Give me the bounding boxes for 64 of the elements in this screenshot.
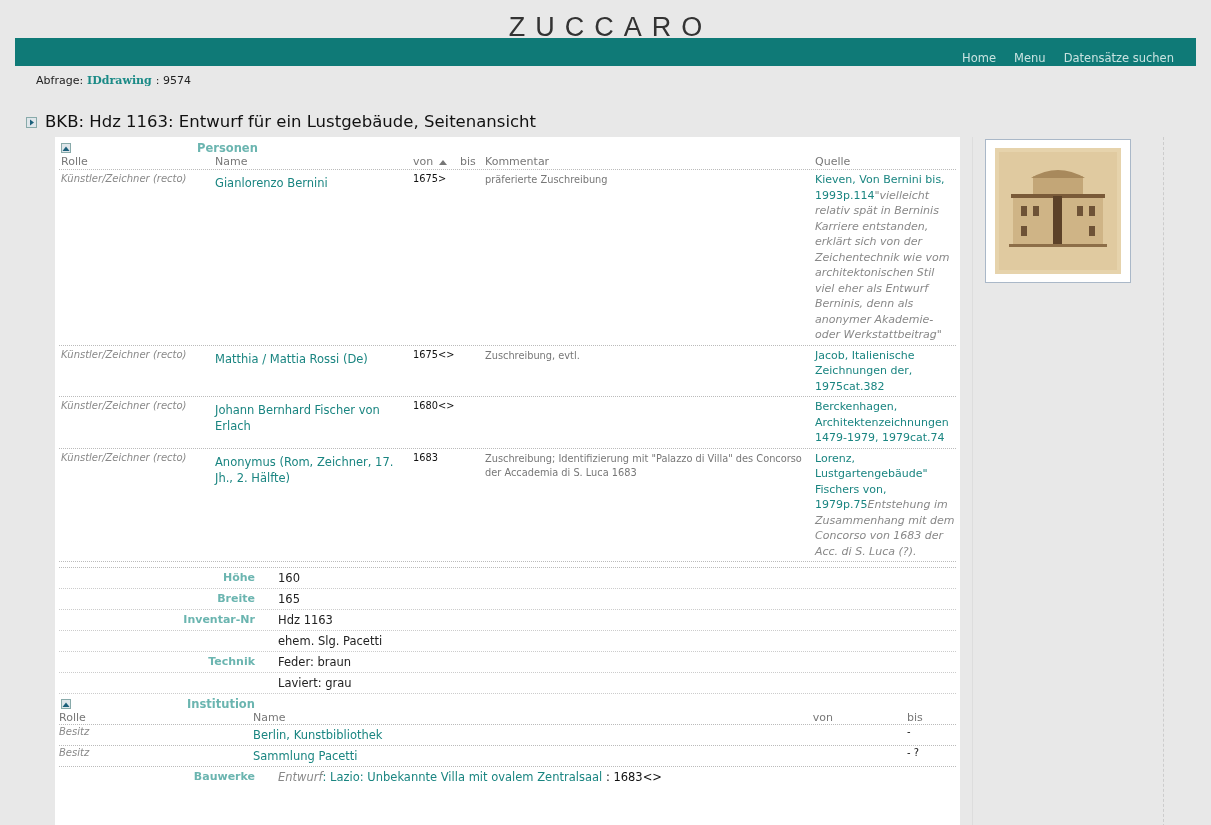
property-value: 165 bbox=[278, 591, 301, 608]
section-title: Personen bbox=[197, 141, 258, 155]
property-value: Laviert: grau bbox=[278, 675, 353, 692]
property-value: Hdz 1163 bbox=[278, 612, 334, 629]
role-cell-text: Künstler/Zeichner (recto) bbox=[60, 399, 188, 413]
property-label: Inventar-Nr bbox=[183, 613, 255, 626]
role-cell-text: Besitz bbox=[59, 746, 91, 760]
property-value: 160 bbox=[278, 570, 301, 587]
nav-link[interactable]: Datensätze suchen bbox=[1063, 51, 1174, 65]
collapse-icon[interactable] bbox=[61, 143, 71, 153]
building-link[interactable]: Lazio: Unbekannte Villa mit ovalem Zentralsaal bbox=[330, 770, 603, 784]
date-cell-text: 1675> bbox=[412, 172, 448, 186]
column-header: Name bbox=[214, 155, 249, 168]
column-header: bis bbox=[459, 155, 477, 168]
source-citation[interactable]: Lorenz, Lustgartengebäude" Fischers von, 1979p.75Entstehung im Zusammenhang mit dem Concorso von 1683 der Acc. di S. Luca (?). bbox=[813, 450, 955, 559]
date-cell-text: 1675<> bbox=[412, 347, 456, 362]
date-cell-text: 1680<> bbox=[412, 399, 456, 413]
query-field: IDdrawing bbox=[87, 74, 152, 87]
logo: ZUCCARO bbox=[507, 12, 713, 42]
comment-cell: Zuschreibung, evtl. bbox=[485, 349, 580, 361]
property-label: Höhe bbox=[222, 571, 255, 584]
institution-link[interactable]: Sammlung Pacetti bbox=[253, 746, 735, 766]
date-cell-text: 1683 bbox=[412, 450, 439, 465]
expand-icon[interactable] bbox=[26, 116, 37, 128]
comment-cell: präferierte Zuschreibung bbox=[485, 174, 608, 185]
role-cell-text: Künstler/Zeichner (recto) bbox=[60, 347, 188, 362]
source-citation[interactable]: Jacob, Italienische Zeichnungen der, 1975cat.382 bbox=[813, 347, 955, 394]
person-link[interactable]: Johann Bernhard Fischer von Erlach bbox=[213, 399, 411, 446]
person-link[interactable]: Gianlorenzo Bernini bbox=[213, 172, 411, 343]
column-header: von bbox=[812, 711, 834, 724]
column-header: Name bbox=[253, 711, 287, 724]
record-title: BKB: Hdz 1163: Entwurf für ein Lustgebäude, Seitenansicht bbox=[45, 111, 536, 133]
date-cell-text: - bbox=[906, 725, 912, 739]
role-cell-text: Künstler/Zeichner (recto) bbox=[60, 172, 188, 186]
section-title: Institution bbox=[187, 697, 255, 711]
date-cell-text: - ? bbox=[906, 746, 920, 760]
institution-link[interactable]: Berlin, Kunstbibliothek bbox=[253, 725, 735, 745]
comment-cell: Zuschreibung; Identifizierung mit "Palazzo di Villa" des Concorso der Accademia di S. Luca 1683 bbox=[485, 452, 802, 478]
column-header: bis bbox=[906, 711, 924, 724]
nav-link[interactable]: Home bbox=[962, 51, 997, 65]
sort-icon[interactable] bbox=[439, 158, 448, 165]
property-value: ehem. Slg. Pacetti bbox=[278, 633, 384, 650]
column-header: Rolle bbox=[59, 711, 87, 724]
column-header: Rolle bbox=[60, 155, 89, 168]
building-kind: Entwurf bbox=[278, 770, 323, 784]
source-citation[interactable]: Kieven, Von Bernini bis, 1993p.114"vielleicht relativ spät in Berninis Karriere entstanden, erklärt sich von der Zeichentechnik wie vom architektonischen Stil viel eher als Entwurf Berninis, denn als anonymer Akademie- oder Werkstattbeitrag" bbox=[813, 172, 955, 343]
building-date: : 1683<> bbox=[605, 770, 662, 784]
role-cell-text: Besitz bbox=[59, 725, 91, 739]
property-label: Breite bbox=[217, 592, 255, 605]
property-label: Bauwerke bbox=[193, 770, 255, 783]
column-header[interactable]: von bbox=[413, 155, 434, 168]
query-label: Abfrage: bbox=[36, 74, 84, 87]
property-value: Feder: braun bbox=[278, 654, 353, 671]
column-header: Quelle bbox=[814, 155, 852, 168]
thumbnail-frame[interactable] bbox=[985, 139, 1131, 283]
query-value: : 9574 bbox=[155, 74, 191, 87]
role-cell-text: Künstler/Zeichner (recto) bbox=[60, 450, 188, 465]
source-citation[interactable]: Berckenhagen, Architektenzeichnungen 1479-1979, 1979cat.74 bbox=[813, 399, 955, 446]
person-link[interactable]: Anonymus (Rom, Zeichner, 17. Jh., 2. Hälfte) bbox=[213, 450, 411, 559]
person-link[interactable]: Matthia / Mattia Rossi (De) bbox=[213, 347, 411, 394]
nav-link[interactable]: Menu bbox=[1014, 51, 1046, 65]
column-header: Kommentar bbox=[484, 155, 551, 168]
collapse-icon[interactable] bbox=[61, 699, 71, 709]
property-label: Technik bbox=[208, 655, 255, 668]
